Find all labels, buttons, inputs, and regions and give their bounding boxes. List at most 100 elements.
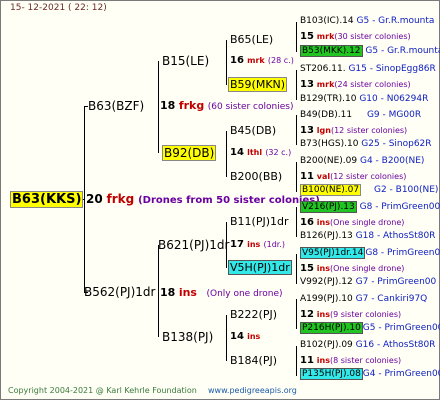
ancestor-code: G7 - PrimGreen00	[355, 277, 437, 287]
gen-abbr: lgn	[316, 126, 331, 135]
l3-node[interactable]: V5H(PJ)1dr	[228, 260, 292, 275]
ancestor-row[interactable]: B73(HGS).10 G25 - Sinop62R	[300, 140, 432, 149]
generation-row: 13 mrk(24 sister colonies)	[300, 80, 411, 90]
root-node[interactable]: B63(KKS)	[10, 191, 84, 208]
l2-node[interactable]: B138(PJ)	[162, 331, 213, 343]
gen-abbr: ins	[178, 286, 197, 299]
gen-abbr: ins	[316, 310, 330, 319]
ancestor-code: G2 - B100(NE)	[373, 185, 439, 195]
ancestor-row[interactable]: B200(NE).09 G4 - B200(NE)	[300, 157, 424, 166]
gen-abbr: ins	[247, 240, 261, 249]
generation-row: 11 ins(8 sister colonies)	[300, 356, 401, 366]
l2-node[interactable]: B15(LE)	[162, 55, 209, 67]
l2-generation: 14 lthl (32 c.)	[230, 148, 291, 158]
connector	[296, 346, 297, 376]
gen-num: 15	[300, 31, 314, 42]
ancestor-name: B103(IC).14	[300, 16, 354, 26]
gen-note: (12 sister colonies)	[330, 126, 408, 135]
l3-node[interactable]: B45(DB)	[230, 125, 276, 136]
ancestor-row[interactable]: B129(TR).10 G10 - N06294R	[300, 95, 428, 104]
gen-note: (30 sister colonies)	[334, 32, 411, 41]
connector	[84, 106, 85, 292]
site-link[interactable]: www.pedigreeapis.org	[208, 387, 297, 395]
gen-note: (12 sister colonies)	[330, 172, 407, 181]
gen-num: 14	[230, 147, 244, 158]
gen-num: 11	[300, 355, 314, 366]
l2-generation: 16 mrk (28 c.)	[230, 56, 294, 66]
ancestor-code: G8 - PrimGreen00	[359, 202, 440, 212]
root-note: (Drones from 50 sister colonies)	[138, 195, 320, 206]
ancestor-name: B126(PJ).13	[300, 231, 353, 241]
root-gen-num: 20	[86, 192, 103, 206]
ancestor-row[interactable]: B53(MKK).12 G5 - Gr.R.mounta	[300, 45, 440, 57]
l3-node[interactable]: B200(BB)	[230, 171, 282, 182]
connector	[296, 115, 297, 145]
ancestor-code: G7 - Cankiri97Q	[355, 294, 428, 304]
l3-node[interactable]: B11(PJ)1dr	[230, 216, 289, 227]
gen-num: 18	[160, 286, 176, 299]
l3-node[interactable]: B222(PJ)	[230, 309, 277, 320]
ancestor-name: A199(PJ).10	[300, 294, 353, 304]
l2-label: B92(DB)	[162, 145, 217, 161]
l1-top-node[interactable]: B63(BZF)	[88, 100, 144, 112]
gen-abbr: mrk	[316, 32, 335, 41]
gen-note: (One single drone)	[330, 264, 405, 273]
ancestor-name: V992(PJ).12	[300, 277, 353, 287]
gen-abbr: mrk	[316, 80, 335, 89]
generation-row: 11 val(12 sister colonies)	[300, 172, 406, 182]
ancestor-name: B129(TR).10	[300, 94, 357, 104]
root-label: B63(KKS)	[10, 191, 84, 208]
ancestor-row[interactable]: P216H(PJ).10 G5 - PrimGreen00	[300, 322, 440, 334]
gen-abbr: ins	[316, 356, 330, 365]
connector	[296, 254, 297, 284]
ancestor-row[interactable]: V216(PJ).13 G8 - PrimGreen00	[300, 201, 440, 213]
l2-generation: 17 ins (1dr.)	[230, 240, 285, 250]
connector	[226, 315, 227, 361]
generation-row: 16 ins(One single drone)	[300, 218, 404, 228]
ancestor-row[interactable]: B102(PJ).09 G16 - AthosSt80R	[300, 341, 435, 350]
l3-node[interactable]: B65(LE)	[230, 34, 273, 45]
root-gen-abbr: frkg	[106, 192, 135, 206]
l3-node[interactable]: B184(PJ)	[230, 355, 277, 366]
ancestor-code: G5 - Gr.R.mounta	[356, 16, 435, 26]
ancestor-row[interactable]: ST206.11. G15 - SinopEgg86R	[300, 65, 436, 74]
ancestor-code: G9 - MG00R	[366, 110, 422, 120]
ancestor-row[interactable]: B100(NE).07 G2 - B100(NE)	[300, 184, 439, 196]
l2-node[interactable]: B92(DB)	[162, 145, 217, 161]
ancestor-code: G18 - AthosSt80R	[355, 231, 436, 241]
gen-note: (Only one drone)	[206, 289, 283, 299]
l1-bottom-node[interactable]: B562(PJ)1dr	[84, 286, 155, 298]
gen-abbr: frkg	[178, 99, 205, 112]
ancestor-code: G4 - PrimGreen00	[362, 369, 440, 379]
l3-node[interactable]: B59(MKN)	[228, 77, 288, 92]
gen-note: (24 sister colonies)	[334, 80, 411, 89]
l1-top-generation: 18 frkg (60 sister colonies)	[160, 100, 293, 112]
gen-abbr: val	[316, 172, 331, 181]
ancestor-row[interactable]: P135H(PJ).08 G4 - PrimGreen00	[300, 368, 440, 380]
connector	[296, 299, 297, 329]
connector	[296, 207, 297, 237]
ancestor-name: ST206.11.	[300, 64, 346, 74]
ancestor-name: B100(NE).07	[300, 184, 362, 196]
generation-row: 15 ins(One single drone)	[300, 264, 404, 274]
generation-row: 12 ins(9 sister colonies)	[300, 310, 401, 320]
ancestor-name: V95(PJ)1dr.14	[300, 247, 366, 259]
ancestor-row[interactable]: A199(PJ).10 G7 - Cankiri97Q	[300, 295, 427, 304]
ancestor-code: G5 - Gr.R.mounta	[365, 46, 440, 56]
gen-abbr: ins	[316, 264, 330, 273]
gen-note: (32 c.)	[265, 148, 292, 157]
gen-abbr: ins	[316, 218, 330, 227]
date-header: 15- 12-2021 ( 22: 12)	[10, 3, 107, 13]
l1-bottom-generation: 18 ins (Only one drone)	[160, 287, 283, 299]
ancestor-row[interactable]: B126(PJ).13 G18 - AthosSt80R	[300, 232, 435, 241]
ancestor-row[interactable]: V95(PJ)1dr.14 G8 - PrimGreen00	[300, 247, 440, 259]
ancestor-row[interactable]: B103(IC).14 G5 - Gr.R.mounta	[300, 17, 434, 26]
l2-node[interactable]: B621(PJ)1dr	[158, 239, 229, 251]
gen-note: (9 sister colonies)	[330, 310, 402, 319]
ancestor-name: P135H(PJ).08	[300, 368, 363, 380]
gen-num: 12	[300, 309, 314, 320]
ancestor-row[interactable]: B49(DB).11 G9 - MG00R	[300, 111, 421, 120]
gen-note: (60 sister colonies)	[207, 102, 294, 112]
gen-num: 16	[300, 217, 314, 228]
ancestor-row[interactable]: V992(PJ).12 G7 - PrimGreen00	[300, 278, 436, 287]
